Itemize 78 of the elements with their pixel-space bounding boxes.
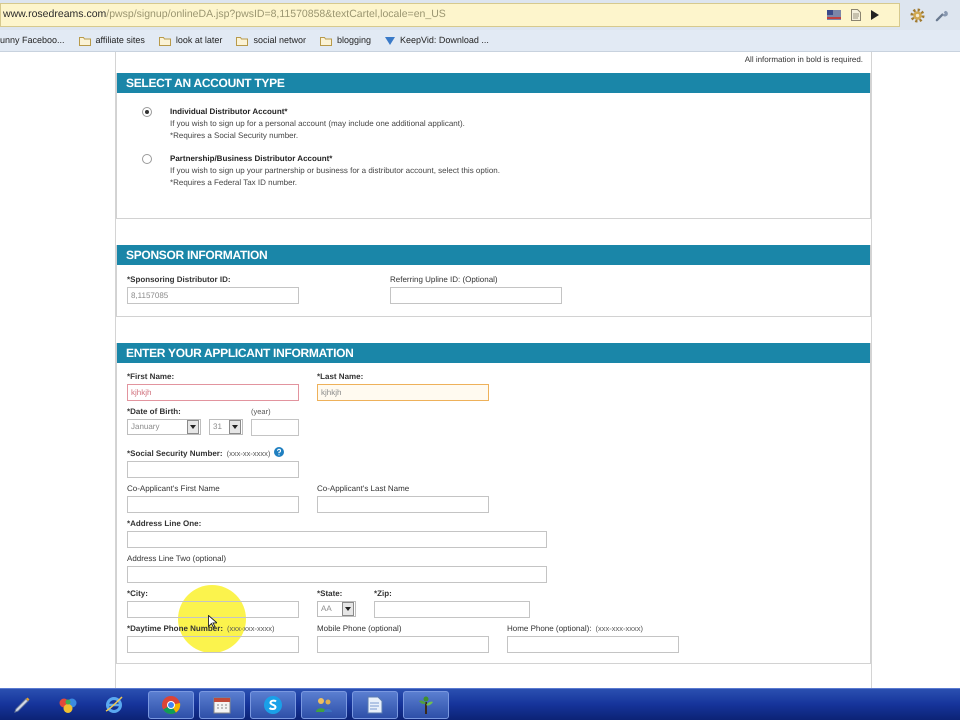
pen-icon[interactable]: [12, 694, 32, 714]
input-field[interactable]: [251, 419, 299, 436]
folder-icon: [78, 36, 91, 46]
orbit-ring-icon[interactable]: [104, 694, 124, 714]
field-label: *Zip:: [374, 589, 392, 599]
section-header: SELECT AN ACCOUNT TYPE: [117, 73, 870, 93]
bookmark-item[interactable]: blogging: [320, 34, 371, 48]
input-field[interactable]: [127, 496, 299, 513]
field-label: *Social Security Number:: [127, 449, 223, 459]
caret-icon: [187, 420, 199, 434]
section-header: SPONSOR INFORMATION: [117, 245, 870, 265]
radio-button[interactable]: [142, 107, 152, 117]
option-description: *Requires a Social Security number.: [170, 130, 300, 142]
field-label: Co-Applicant's Last Name: [317, 484, 410, 494]
folder-icon: [236, 36, 248, 46]
taskbar-button[interactable]: [250, 690, 296, 718]
input-field[interactable]: [507, 636, 679, 653]
gear-icon[interactable]: [910, 8, 925, 22]
flag-icon[interactable]: [827, 10, 841, 20]
option-title: Partnership/Business Distributor Account*: [170, 153, 334, 165]
folder-icon: [158, 36, 171, 46]
dropdown[interactable]: January: [127, 419, 201, 435]
section-header: ENTER YOUR APPLICANT INFORMATION: [117, 343, 870, 363]
s-circle-icon: [263, 694, 283, 714]
input-field[interactable]: [127, 636, 299, 653]
input-field[interactable]: [317, 496, 489, 513]
required-note: All information in bold is required.: [744, 54, 864, 66]
input-field[interactable]: [127, 461, 299, 478]
round-logo-icon: [161, 694, 181, 714]
help-icon[interactable]: [274, 447, 284, 457]
field-label: *First Name:: [127, 372, 174, 382]
field-label: *Date of Birth:: [127, 407, 181, 417]
color-balls-icon[interactable]: [58, 696, 78, 714]
play-icon[interactable]: [871, 10, 879, 20]
option-description: If you wish to sign up for a personal account (may include one additional applicant).: [170, 118, 465, 130]
dropdown[interactable]: AA: [317, 601, 356, 617]
wrench-icon[interactable]: [935, 8, 948, 22]
taskbar-button[interactable]: [352, 690, 398, 718]
calendar-icon: [213, 696, 231, 714]
down-triangle-icon: [385, 36, 395, 46]
option-description: *Requires a Federal Tax ID number.: [170, 177, 298, 189]
taskbar-button[interactable]: [148, 690, 194, 718]
field-label: *City:: [127, 589, 148, 599]
option-description: If you wish to sign up your partnership or business for a distributor account, select this option.: [170, 165, 500, 177]
dropdown[interactable]: 31: [209, 419, 243, 435]
bookmark-item[interactable]: affiliate sites: [78, 34, 145, 48]
field-label: *Sponsoring Distributor ID:: [127, 275, 231, 285]
field-label: Co-Applicant's First Name: [127, 484, 220, 494]
page-icon[interactable]: [851, 9, 861, 21]
field-label: *State:: [317, 589, 342, 599]
bookmark-item[interactable]: unny Faceboo...: [0, 34, 65, 48]
input-field[interactable]: [127, 601, 299, 618]
field-label: Address Line Two (optional): [127, 554, 226, 564]
bookmark-item[interactable]: KeepVid: Download ...: [385, 34, 489, 48]
caret-icon: [229, 420, 241, 434]
input-field[interactable]: [390, 287, 562, 304]
input-field[interactable]: [127, 566, 547, 583]
field-label: Referring Upline ID: (Optional): [390, 275, 498, 285]
caret-icon: [342, 602, 354, 616]
taskbar-button[interactable]: [199, 690, 245, 718]
input-field[interactable]: [317, 636, 489, 653]
input-field[interactable]: 8,1157085: [127, 287, 299, 304]
folder-icon: [320, 36, 332, 46]
field-label: Home Phone (optional):: [507, 624, 592, 634]
document-icon: [367, 696, 383, 714]
input-field[interactable]: [374, 601, 530, 618]
bookmark-item[interactable]: social networ: [236, 34, 306, 48]
radio-button[interactable]: [142, 154, 152, 164]
field-label: *Address Line One:: [127, 519, 202, 529]
field-label: *Last Name:: [317, 372, 364, 382]
taskbar-button[interactable]: [301, 690, 347, 718]
input-field[interactable]: [127, 531, 547, 548]
bookmark-item[interactable]: look at later: [158, 34, 222, 48]
people-icon: [314, 696, 334, 714]
plant-icon: [417, 694, 435, 714]
option-title: Individual Distributor Account*: [170, 106, 288, 118]
field-label: Mobile Phone (optional): [317, 624, 402, 634]
address-field[interactable]: www.rosedreams.com/pwsp/signup/onlineDA.jsp?pwsID=8,11570858&textCartel,locale=en_US: [0, 3, 900, 27]
